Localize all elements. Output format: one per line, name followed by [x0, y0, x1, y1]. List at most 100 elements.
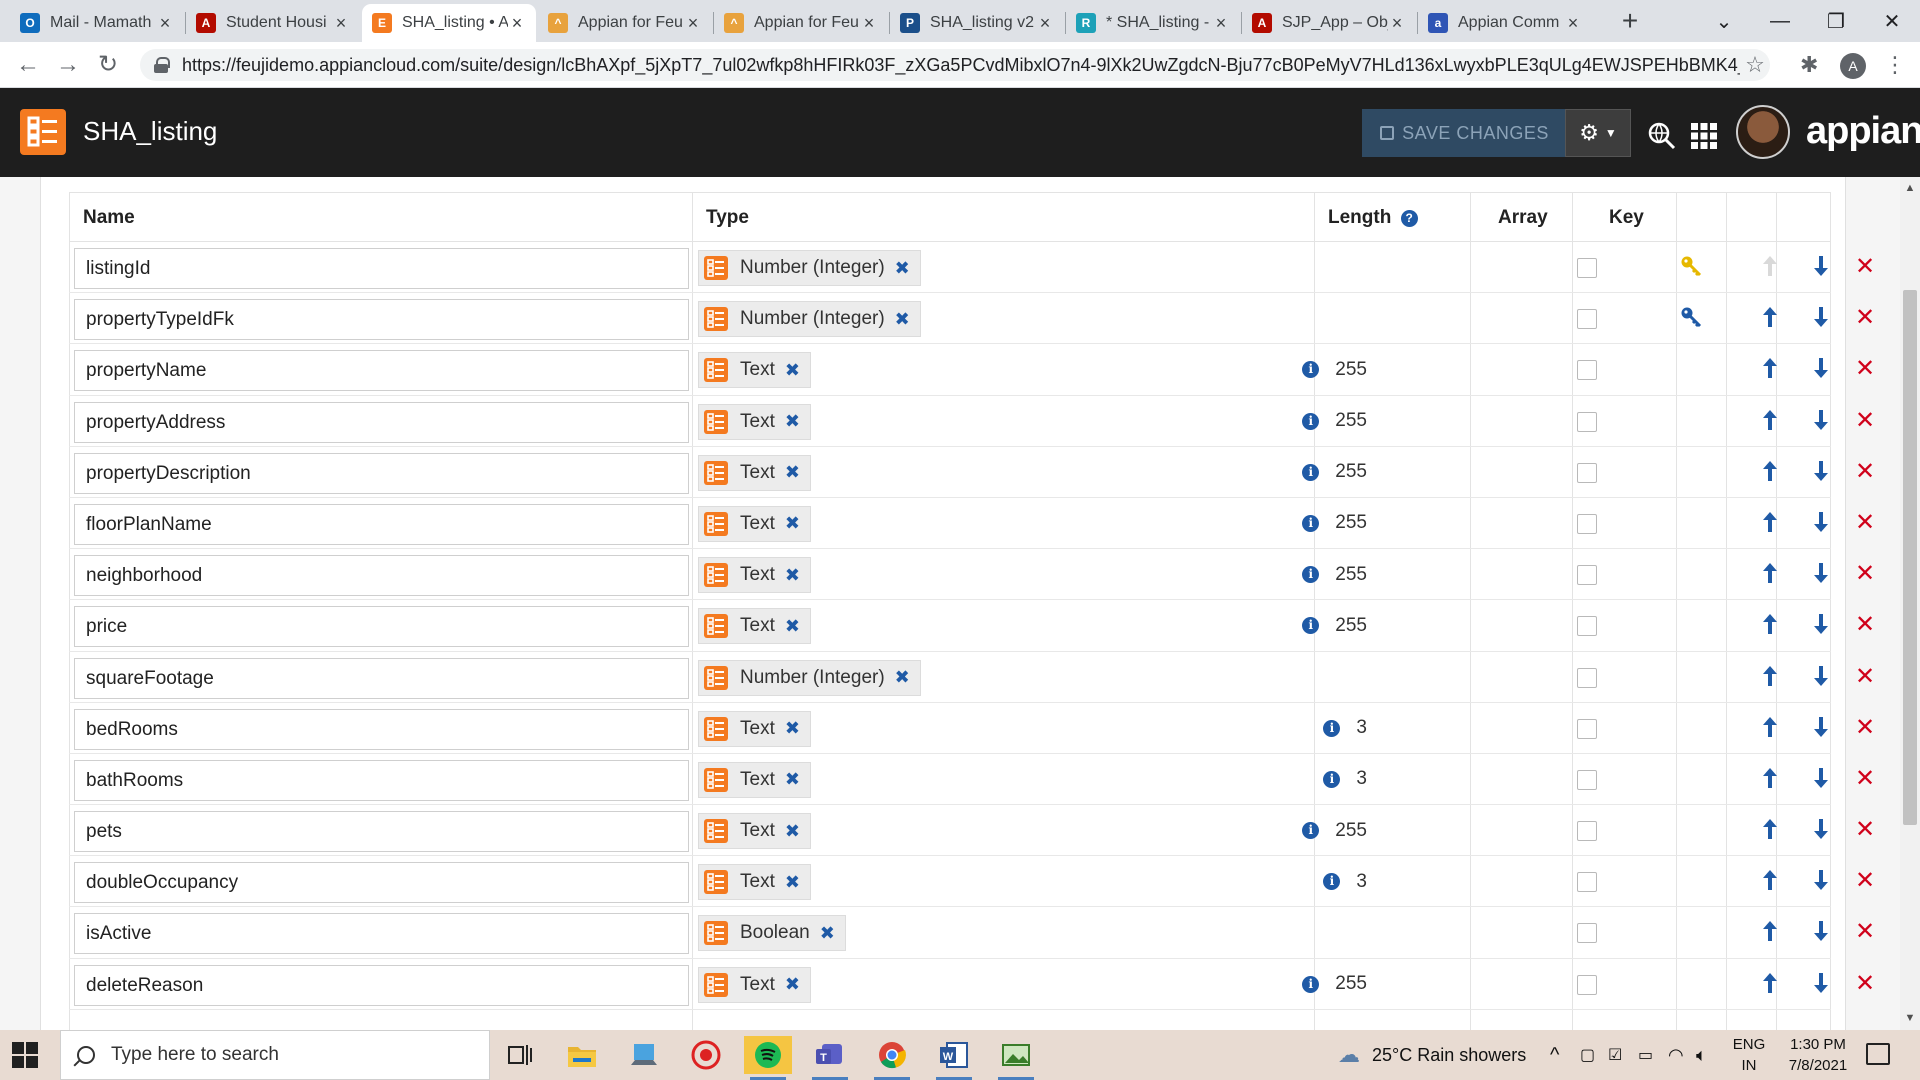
move-down-arrow-icon[interactable]: [1810, 867, 1832, 893]
close-tab-icon[interactable]: ×: [684, 13, 702, 34]
battery-icon[interactable]: ▭: [1638, 1030, 1653, 1080]
close-tab-icon[interactable]: ×: [860, 13, 878, 34]
move-up-arrow-icon[interactable]: [1759, 611, 1781, 637]
move-up-arrow-icon[interactable]: [1759, 918, 1781, 944]
remove-type-icon[interactable]: ✖: [785, 872, 800, 893]
weather-widget[interactable]: ☁ 25°C Rain showers: [1338, 1030, 1526, 1080]
appian-app-logo-icon[interactable]: [20, 109, 66, 155]
field-type-tag[interactable]: Text ✖: [698, 864, 811, 901]
browser-tab[interactable]: O Mail - Mamath ×: [10, 4, 184, 42]
close-tab-icon[interactable]: ×: [1036, 13, 1054, 34]
delete-field-icon[interactable]: ✕: [1855, 815, 1875, 845]
close-tab-icon[interactable]: ×: [332, 13, 350, 34]
delete-field-icon[interactable]: ✕: [1855, 610, 1875, 640]
array-checkbox[interactable]: [1577, 411, 1597, 432]
info-icon[interactable]: i: [1302, 617, 1320, 635]
field-type-tag[interactable]: Text ✖: [698, 403, 811, 440]
move-down-arrow-icon[interactable]: [1810, 253, 1832, 279]
move-up-arrow-icon[interactable]: [1759, 509, 1781, 535]
move-down-arrow-icon[interactable]: [1810, 970, 1832, 996]
move-down-arrow-icon[interactable]: [1810, 816, 1832, 842]
chrome-icon[interactable]: [868, 1036, 916, 1080]
move-down-arrow-icon[interactable]: [1810, 355, 1832, 381]
array-checkbox[interactable]: [1577, 974, 1597, 995]
array-checkbox[interactable]: [1577, 309, 1597, 330]
remove-type-icon[interactable]: ✖: [785, 718, 800, 739]
remove-type-icon[interactable]: ✖: [895, 309, 910, 330]
field-type-tag[interactable]: Text ✖: [698, 966, 811, 1003]
delete-field-icon[interactable]: ✕: [1855, 457, 1875, 487]
remove-type-icon[interactable]: ✖: [785, 974, 800, 995]
move-down-arrow-icon[interactable]: [1810, 714, 1832, 740]
delete-field-icon[interactable]: ✕: [1855, 252, 1875, 282]
app-launcher-grid-icon[interactable]: [1690, 122, 1718, 157]
maximize-button[interactable]: ❐: [1808, 0, 1864, 42]
move-down-arrow-icon[interactable]: [1810, 765, 1832, 791]
delete-field-icon[interactable]: ✕: [1855, 406, 1875, 436]
field-name-input[interactable]: propertyTypeIdFk: [74, 299, 689, 341]
remove-type-icon[interactable]: ✖: [785, 360, 800, 381]
remove-type-icon[interactable]: ✖: [895, 258, 910, 279]
field-name-input[interactable]: squareFootage: [74, 657, 689, 699]
array-checkbox[interactable]: [1577, 718, 1597, 739]
task-view-icon[interactable]: [496, 1036, 544, 1074]
field-name-input[interactable]: isActive: [74, 913, 689, 955]
field-name-input[interactable]: bedRooms: [74, 708, 689, 750]
forward-icon[interactable]: →: [54, 51, 82, 79]
field-type-tag[interactable]: Number (Integer) ✖: [698, 250, 921, 286]
browser-tab[interactable]: A Student Housi ×: [186, 4, 360, 42]
windows-start-icon[interactable]: [12, 1042, 38, 1068]
url-field[interactable]: https://feujidemo.appiancloud.com/suite/…: [140, 49, 1770, 81]
spotify-icon[interactable]: [744, 1036, 792, 1080]
field-name-input[interactable]: deleteReason: [74, 964, 689, 1006]
move-down-arrow-icon[interactable]: [1810, 458, 1832, 484]
move-up-arrow-icon[interactable]: [1759, 867, 1781, 893]
delete-field-icon[interactable]: ✕: [1855, 508, 1875, 538]
tray-device-icon[interactable]: ▢: [1580, 1030, 1595, 1080]
delete-field-icon[interactable]: ✕: [1855, 354, 1875, 384]
browser-tab[interactable]: a Appian Comm ×: [1418, 4, 1592, 42]
field-type-tag[interactable]: Text ✖: [698, 557, 811, 594]
move-up-arrow-icon[interactable]: [1759, 304, 1781, 330]
delete-field-icon[interactable]: ✕: [1855, 559, 1875, 589]
new-tab-button[interactable]: +: [1612, 6, 1648, 36]
field-type-tag[interactable]: Text ✖: [698, 454, 811, 491]
close-tab-icon[interactable]: ×: [156, 13, 174, 34]
info-icon[interactable]: i: [1302, 566, 1320, 584]
taskbar-search-input[interactable]: Type here to search: [60, 1030, 490, 1080]
array-checkbox[interactable]: [1577, 667, 1597, 688]
field-type-tag[interactable]: Number (Integer) ✖: [698, 659, 921, 696]
delete-field-icon[interactable]: ✕: [1855, 764, 1875, 794]
move-down-arrow-icon[interactable]: [1810, 918, 1832, 944]
remove-type-icon[interactable]: ✖: [785, 616, 800, 637]
user-avatar[interactable]: [1736, 105, 1790, 159]
field-name-input[interactable]: propertyName: [74, 350, 689, 392]
array-checkbox[interactable]: [1577, 360, 1597, 381]
info-icon[interactable]: i: [1302, 975, 1320, 993]
move-down-arrow-icon[interactable]: [1810, 509, 1832, 535]
screen-recorder-icon[interactable]: [682, 1036, 730, 1074]
move-down-arrow-icon[interactable]: [1810, 560, 1832, 586]
array-checkbox[interactable]: [1577, 923, 1597, 944]
microsoft-teams-icon[interactable]: T: [806, 1036, 854, 1080]
foreign-key-icon[interactable]: [1680, 306, 1702, 334]
array-checkbox[interactable]: [1577, 462, 1597, 483]
move-up-arrow-icon[interactable]: [1759, 458, 1781, 484]
delete-field-icon[interactable]: ✕: [1855, 917, 1875, 947]
tray-chevron-up-icon[interactable]: ^: [1550, 1030, 1559, 1080]
move-up-arrow-icon[interactable]: [1759, 407, 1781, 433]
field-type-tag[interactable]: Text ✖: [698, 710, 811, 747]
wifi-icon[interactable]: ◠: [1668, 1030, 1684, 1080]
reload-icon[interactable]: ↻: [94, 51, 122, 79]
move-up-arrow-icon[interactable]: [1759, 714, 1781, 740]
bookmark-star-icon[interactable]: ☆: [1740, 52, 1770, 78]
field-name-input[interactable]: doubleOccupancy: [74, 862, 689, 904]
word-icon[interactable]: W: [930, 1036, 978, 1080]
info-icon[interactable]: i: [1323, 770, 1341, 788]
browser-tab[interactable]: ^ Appian for Feu ×: [538, 4, 712, 42]
photos-editor-icon[interactable]: [992, 1036, 1040, 1080]
move-up-arrow-icon[interactable]: [1759, 765, 1781, 791]
remove-type-icon[interactable]: ✖: [895, 667, 910, 688]
help-question-icon[interactable]: ?: [1400, 210, 1418, 227]
close-tab-icon[interactable]: ×: [508, 13, 526, 34]
